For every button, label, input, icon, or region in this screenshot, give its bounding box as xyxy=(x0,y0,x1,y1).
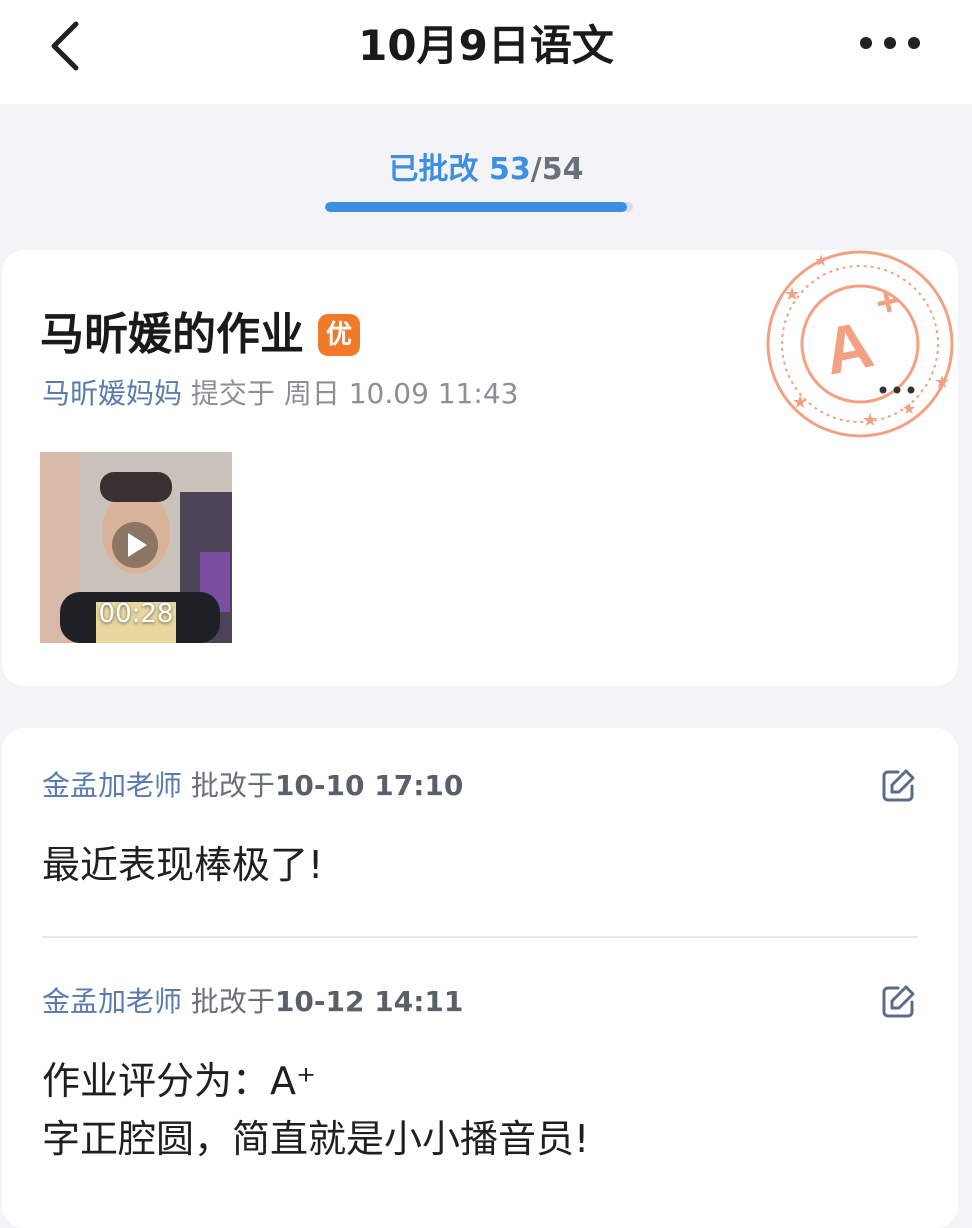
review-time: 10-12 14:11 xyxy=(274,985,464,1018)
progress-total-count: 54 xyxy=(541,152,584,187)
top-bar: 10月9日语文 xyxy=(0,0,972,104)
progress-bar xyxy=(325,202,633,212)
svg-text:★: ★ xyxy=(902,399,916,418)
grade-stamp: A + ★ ★ ★ ★ ★ ★ xyxy=(762,248,972,448)
progress-separator: / xyxy=(530,152,542,187)
play-button[interactable] xyxy=(112,522,158,568)
progress-label-text: 已批改 xyxy=(388,152,479,187)
svg-text:★: ★ xyxy=(784,284,800,305)
review-item: 金孟加老师 批改于10-12 14:11 作业评分为：A⁺ 字正腔圆，简直就是小… xyxy=(42,982,918,1168)
play-icon xyxy=(128,533,147,557)
svg-text:★: ★ xyxy=(792,392,808,413)
review-verb: 批改于 xyxy=(190,985,275,1018)
more-button[interactable] xyxy=(858,28,922,58)
submitter-name[interactable]: 马昕媛妈妈 xyxy=(42,377,182,410)
edit-review-button[interactable] xyxy=(878,766,918,806)
svg-text:★: ★ xyxy=(862,410,878,431)
excellent-badge: 优 xyxy=(318,314,360,356)
more-dots-icon xyxy=(860,37,920,49)
submit-verb: 提交于 xyxy=(190,377,275,410)
review-time: 10-10 17:10 xyxy=(274,769,464,802)
submission-meta: 马昕媛妈妈 提交于 周日 10.09 11:43 xyxy=(42,374,519,414)
teacher-name[interactable]: 金孟加老师 xyxy=(42,769,182,802)
review-verb: 批改于 xyxy=(190,769,275,802)
review-score-line: 作业评分为：A⁺ xyxy=(42,1059,317,1103)
review-comment: 字正腔圆，简直就是小小播音员! xyxy=(42,1117,590,1161)
svg-text:A: A xyxy=(817,306,879,388)
progress-done-count: 53 xyxy=(488,152,531,187)
svg-text:+: + xyxy=(872,278,904,326)
review-item: 金孟加老师 批改于10-10 17:10 最近表现棒极了! xyxy=(42,766,918,894)
edit-icon xyxy=(882,769,915,802)
review-progress-label[interactable]: 已批改 53/54 xyxy=(0,148,972,192)
edit-icon xyxy=(882,985,915,1018)
progress-bar-fill xyxy=(325,202,628,212)
svg-text:★: ★ xyxy=(934,372,950,393)
submit-time: 周日 10.09 11:43 xyxy=(283,377,519,410)
video-duration: 00:28 xyxy=(98,599,174,629)
page-title: 10月9日语文 xyxy=(358,21,614,70)
review-meta: 金孟加老师 批改于10-12 14:11 xyxy=(42,982,918,1022)
edit-review-button[interactable] xyxy=(878,982,918,1022)
review-divider xyxy=(42,936,918,938)
grade-stamp-icon: A + ★ ★ ★ ★ ★ ★ xyxy=(766,250,954,438)
homework-title: 马昕媛的作业 xyxy=(40,309,304,360)
review-comment: 最近表现棒极了! xyxy=(42,843,324,887)
svg-text:★: ★ xyxy=(814,251,828,270)
homework-title-row: 马昕媛的作业 优 xyxy=(40,304,360,366)
teacher-name[interactable]: 金孟加老师 xyxy=(42,985,182,1018)
review-meta: 金孟加老师 批改于10-10 17:10 xyxy=(42,766,918,806)
